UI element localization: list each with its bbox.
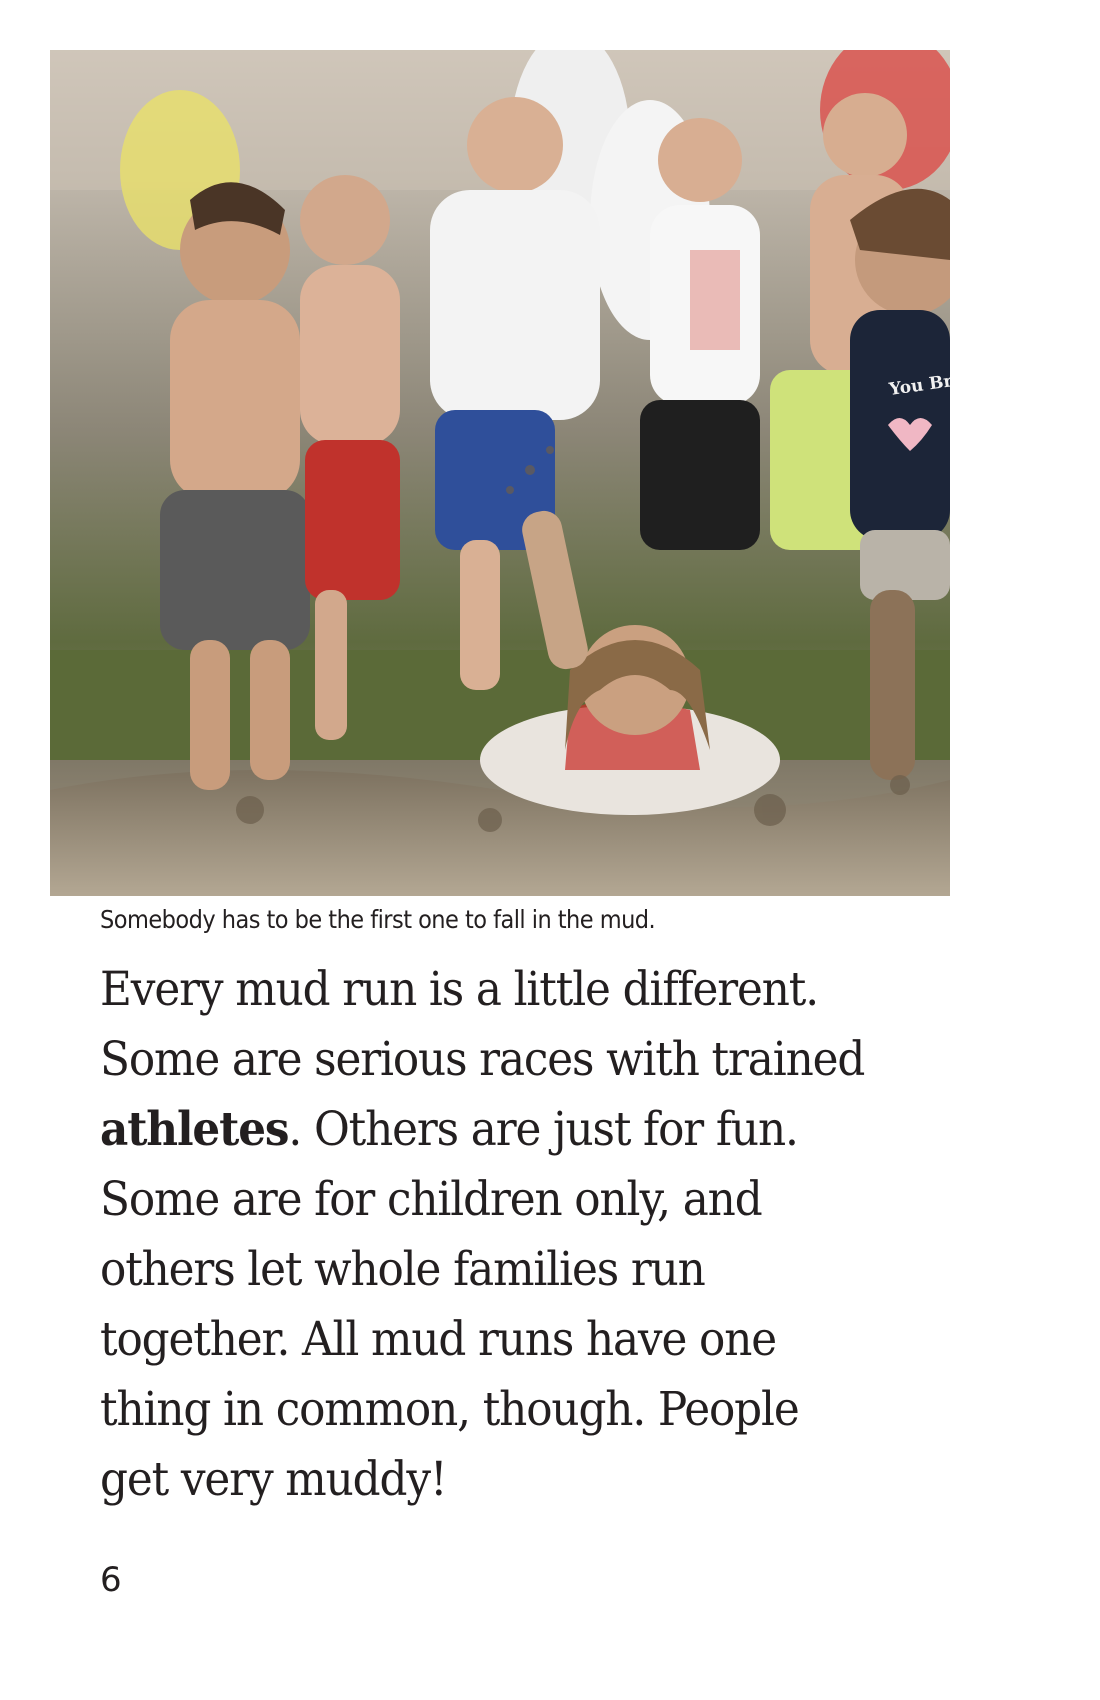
photo-caption: Somebody has to be the first one to fall…	[100, 905, 656, 934]
paragraph-line: athletes. Others are just for fun.	[100, 1095, 900, 1165]
paragraph-line: others let whole families run	[100, 1242, 706, 1297]
paragraph-line: Every mud run is a little different.	[100, 962, 819, 1017]
paragraph-line: together. All mud runs have one	[100, 1312, 777, 1367]
paragraph-line: Some are serious races with trained	[100, 1032, 865, 1087]
paragraph-line: thing in common, though. People	[100, 1382, 800, 1437]
body-paragraph: Every mud run is a little different. Som…	[100, 955, 960, 1515]
paragraph-line: Some are for children only, and	[100, 1172, 763, 1227]
vocabulary-word: athletes	[100, 1102, 290, 1157]
mud-run-photo: You Break	[50, 50, 950, 896]
paragraph-text: . Others are just for fun.	[288, 1102, 798, 1157]
paragraph-line: get very muddy!	[100, 1452, 448, 1507]
page-number: 6	[100, 1560, 122, 1600]
